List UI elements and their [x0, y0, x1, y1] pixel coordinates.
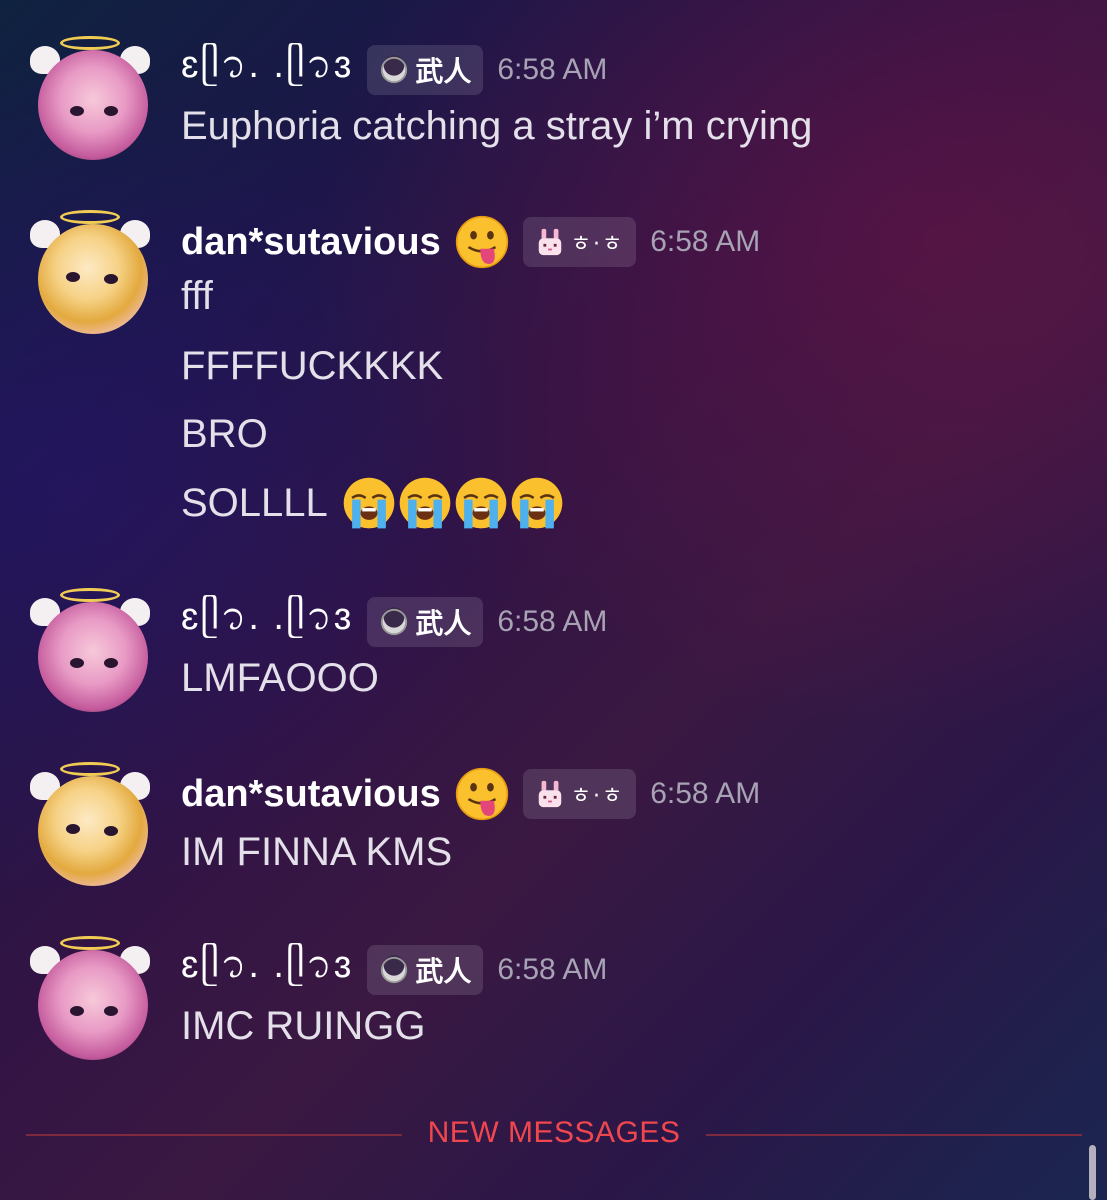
server-tag[interactable]: 武人 [367, 945, 484, 995]
message-header: ɛᥫ᭡. .ᥫ᭡ɜ 武人 6:58 AM [181, 44, 607, 96]
username[interactable]: dan*sutavious [181, 773, 441, 816]
avatar[interactable] [30, 762, 150, 886]
timestamp: 6:58 AM [497, 605, 608, 638]
server-tag[interactable]: ㅎ·ㅎ [522, 217, 637, 267]
timestamp: 6:58 AM [497, 53, 608, 86]
message-text: fff [181, 274, 213, 318]
loudly-crying-emoji-icon [342, 476, 396, 530]
divider-rule [26, 1134, 402, 1136]
server-tag-text: 武人 [415, 607, 472, 640]
message-text: SOLLLL [181, 480, 328, 525]
message-text: Euphoria catching a stray i’m crying [181, 104, 813, 148]
tongue-out-emoji-icon [455, 767, 509, 821]
halo-icon [60, 936, 120, 950]
server-tag-text: ㅎ·ㅎ [570, 232, 625, 257]
server-tag-text: ㅎ·ㅎ [570, 784, 625, 809]
tongue-out-emoji-icon [455, 215, 509, 269]
timestamp: 6:58 AM [650, 777, 761, 810]
avatar[interactable] [30, 210, 150, 334]
server-tag[interactable]: 武人 [367, 45, 484, 95]
chat-log: ɛᥫ᭡. .ᥫ᭡ɜ 武人 6:58 AM Euphoria catching a… [0, 0, 1107, 1200]
new-messages-divider[interactable]: NEW MESSAGES [26, 1112, 1082, 1160]
message-text: LMFAOOO [181, 656, 379, 700]
username[interactable]: ɛᥫ᭡. .ᥫ᭡ɜ [181, 588, 353, 657]
moon-icon [379, 607, 409, 637]
halo-icon [60, 762, 120, 776]
server-tag[interactable]: ㅎ·ㅎ [522, 769, 637, 819]
halo-icon [60, 36, 120, 50]
timestamp: 6:58 AM [650, 225, 761, 258]
server-tag-text: 武人 [415, 955, 472, 988]
bunny-icon [535, 227, 565, 257]
new-messages-label: NEW MESSAGES [427, 1116, 681, 1149]
loudly-crying-emoji-icon [398, 476, 452, 530]
scrollbar[interactable] [1089, 1145, 1096, 1200]
halo-icon [60, 588, 120, 602]
message-text: BRO [181, 412, 268, 456]
username[interactable]: dan*sutavious [181, 221, 441, 264]
divider-rule [706, 1134, 1082, 1136]
moon-icon [379, 55, 409, 85]
timestamp: 6:58 AM [497, 953, 608, 986]
server-tag[interactable]: 武人 [367, 597, 484, 647]
blonde-angel-avatar [38, 224, 148, 334]
pink-hair-angel-avatar [38, 950, 148, 1060]
message-header: ɛᥫ᭡. .ᥫ᭡ɜ 武人 6:58 AM [181, 944, 607, 996]
emoji-row [342, 476, 566, 530]
pink-hair-angel-avatar [38, 50, 148, 160]
pink-hair-angel-avatar [38, 602, 148, 712]
loudly-crying-emoji-icon [454, 476, 508, 530]
username[interactable]: ɛᥫ᭡. .ᥫ᭡ɜ [181, 936, 353, 1005]
message-header: dan*sutavious ㅎ·ㅎ 6:58 AM [181, 768, 760, 820]
avatar[interactable] [30, 36, 150, 160]
blonde-angel-avatar [38, 776, 148, 886]
server-tag-text: 武人 [415, 55, 472, 88]
moon-icon [379, 955, 409, 985]
bunny-icon [535, 779, 565, 809]
message-header: dan*sutavious ㅎ·ㅎ 6:58 AM [181, 216, 760, 268]
message-text: IMC RUINGG [181, 1004, 426, 1048]
message-text-with-emoji: SOLLLL [181, 476, 566, 530]
avatar[interactable] [30, 588, 150, 712]
halo-icon [60, 210, 120, 224]
message-text: IM FINNA KMS [181, 830, 453, 874]
message-header: ɛᥫ᭡. .ᥫ᭡ɜ 武人 6:58 AM [181, 596, 607, 648]
loudly-crying-emoji-icon [510, 476, 564, 530]
avatar[interactable] [30, 936, 150, 1060]
message-text: FFFFUCKKKK [181, 344, 444, 388]
username[interactable]: ɛᥫ᭡. .ᥫ᭡ɜ [181, 36, 353, 105]
